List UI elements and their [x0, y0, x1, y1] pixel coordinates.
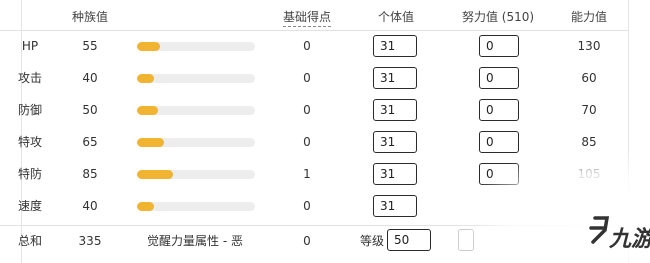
base-stat-bar-fill: [137, 74, 154, 83]
stat-total-value: 130: [577, 39, 601, 53]
iv-input[interactable]: 31: [373, 35, 417, 57]
summary-label: 总和: [17, 234, 43, 248]
base-points-value: 0: [303, 135, 311, 149]
base-stat-bar: [137, 138, 255, 147]
base-points-total: 0: [303, 234, 311, 248]
stat-row-defense: 防御 50 0 31 0 70: [0, 94, 640, 126]
header-iv: 个体值: [377, 10, 415, 24]
base-stat-value: 40: [82, 199, 98, 213]
base-points-value: 0: [303, 199, 311, 213]
9game-logo-icon: 九游: [589, 216, 650, 252]
base-stat-bar-fill: [137, 202, 154, 211]
iv-input[interactable]: 31: [373, 99, 417, 121]
base-points-value: 1: [303, 167, 311, 181]
header-base-points[interactable]: 基础得点: [282, 8, 332, 27]
stat-name: 特防: [17, 167, 43, 181]
stat-name: 攻击: [17, 71, 43, 85]
ev-input[interactable]: 0: [479, 67, 519, 89]
base-stat-bar: [137, 170, 255, 179]
base-stat-bar: [137, 202, 255, 211]
stat-row-hp: HP 55 0 31 0 130: [0, 30, 640, 62]
hidden-power-type: 觉醒力量属性 - 恶: [147, 234, 243, 248]
iv-input[interactable]: 31: [373, 163, 417, 185]
stat-name: 速度: [17, 199, 43, 213]
iv-input[interactable]: 31: [373, 67, 417, 89]
stat-name: 防御: [17, 103, 43, 117]
base-stat-value: 65: [82, 135, 98, 149]
base-stat-bar: [137, 106, 255, 115]
stats-calculator: 种族值 基础得点 个体值 努力值 (510) 能力值 HP 55 0 31 0 …: [0, 0, 650, 263]
base-stat-total: 335: [78, 234, 102, 248]
level-label: 等级: [360, 234, 385, 248]
watermark-text: 九游: [608, 227, 650, 252]
stat-total-value: 60: [581, 71, 597, 85]
level-input[interactable]: 50: [387, 229, 431, 251]
stat-name: HP: [21, 39, 39, 53]
stat-row-attack: 攻击 40 0 31 0 60: [0, 62, 640, 94]
base-stat-value: 55: [82, 39, 98, 53]
base-points-value: 0: [303, 71, 311, 85]
base-stat-bar-fill: [137, 138, 165, 147]
base-points-value: 0: [303, 39, 311, 53]
base-stat-bar: [137, 42, 255, 51]
ev-input[interactable]: 0: [479, 35, 519, 57]
stat-total-value: 70: [581, 103, 597, 117]
base-stat-value: 40: [82, 71, 98, 85]
iv-input[interactable]: 31: [373, 131, 417, 153]
iv-input[interactable]: 31: [373, 195, 417, 217]
base-points-value: 0: [303, 103, 311, 117]
ev-input[interactable]: 0: [479, 99, 519, 121]
base-stat-bar-fill: [137, 106, 159, 115]
header-ev: 努力值 (510): [461, 10, 535, 24]
header-base-stat: 种族值: [71, 10, 109, 24]
base-stat-bar-fill: [137, 170, 173, 179]
header-stat: 能力值: [570, 10, 608, 24]
base-stat-bar-fill: [137, 42, 161, 51]
base-stat-bar: [137, 74, 255, 83]
base-stat-value: 50: [82, 103, 98, 117]
stat-name: 特攻: [17, 135, 43, 149]
base-stat-value: 85: [82, 167, 98, 181]
